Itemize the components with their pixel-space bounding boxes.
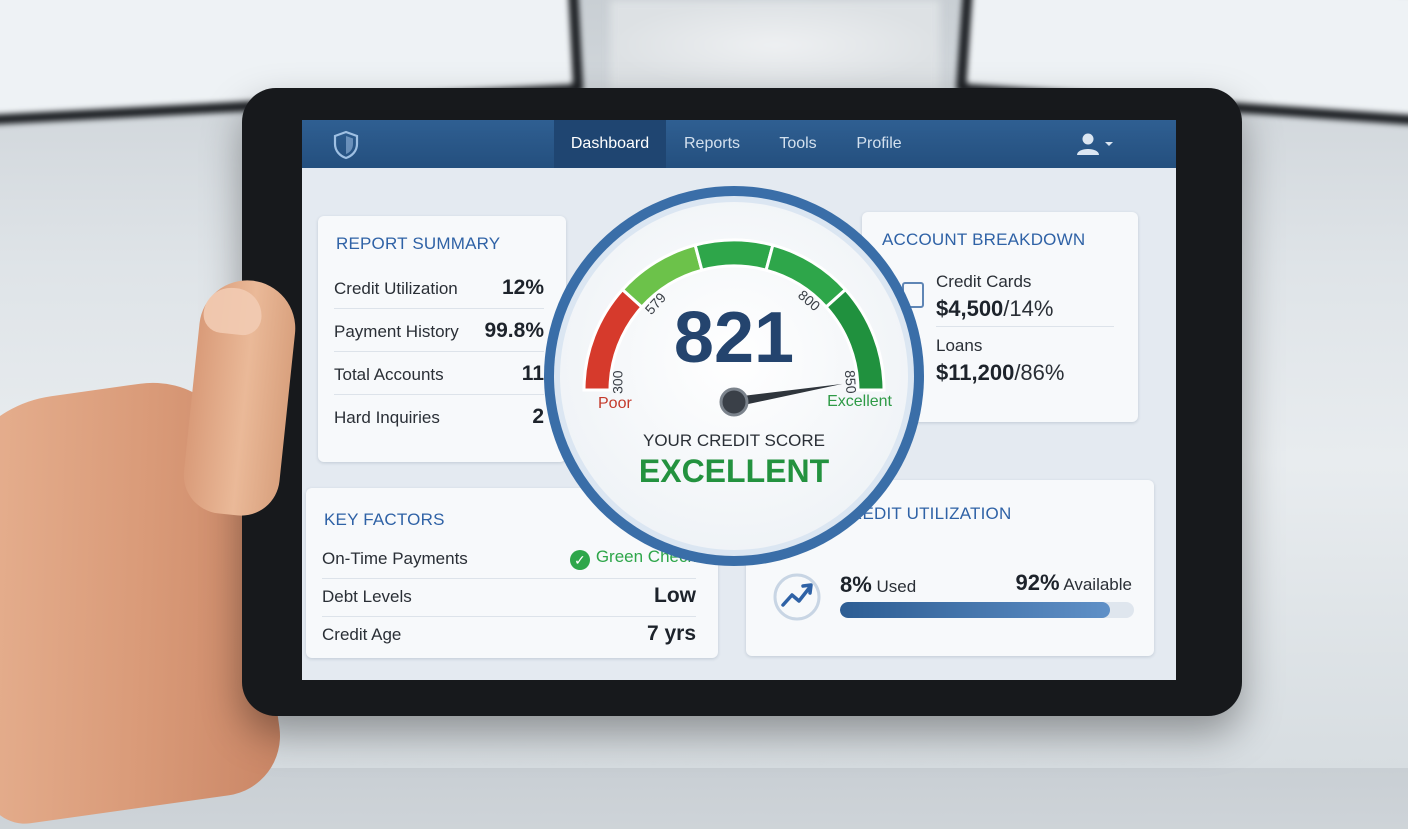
- factor-row: Debt Levels Low: [322, 576, 696, 617]
- utilization-used: 8% Used: [840, 572, 917, 597]
- account-name: Loans: [936, 336, 983, 355]
- gauge-rating: EXCELLENT: [639, 453, 830, 489]
- factor-row: Credit Age 7 yrs: [322, 614, 696, 654]
- factor-value: Low: [654, 584, 696, 607]
- credit-score-gauge: 821 300 579 800 850 Poor Excellent YOUR CRE…: [540, 182, 928, 570]
- factor-label: Debt Levels: [322, 587, 412, 606]
- account-amount: $4,500/14%: [936, 296, 1054, 321]
- user-menu-button[interactable]: [1074, 130, 1118, 158]
- top-nav-bar: Dashboard Reports Tools Profile: [302, 120, 1176, 168]
- account-item: Credit Cards $4,500/14%: [936, 272, 1053, 322]
- summary-row: Total Accounts 11: [334, 354, 544, 395]
- chevron-down-icon: [1105, 142, 1113, 146]
- divider: [936, 326, 1114, 327]
- utilization-progress-bar: [840, 602, 1134, 618]
- factor-value: 7 yrs: [646, 622, 696, 645]
- tab-profile[interactable]: Profile: [840, 120, 918, 168]
- summary-row: Payment History 99.8%: [334, 311, 544, 352]
- summary-label: Hard Inquiries: [334, 408, 440, 427]
- summary-label: Payment History: [334, 322, 459, 341]
- gauge-arc-segment: [693, 238, 775, 273]
- account-item: Loans $11,200/86%: [936, 336, 1064, 386]
- gauge-tick-label: 850: [842, 370, 860, 395]
- summary-value: 99.8%: [484, 319, 544, 342]
- summary-label: Credit Utilization: [334, 279, 458, 298]
- factor-label: Credit Age: [322, 625, 402, 644]
- gauge-low-label: Poor: [598, 395, 632, 412]
- tab-dashboard[interactable]: Dashboard: [554, 120, 666, 168]
- trend-up-icon: [773, 573, 821, 621]
- report-summary-card: REPORT SUMMARY Credit Utilization 12% Pa…: [318, 216, 566, 462]
- factor-label: On-Time Payments: [322, 549, 468, 568]
- account-name: Credit Cards: [936, 272, 1032, 291]
- background-object: [610, 0, 940, 90]
- gauge-caption: YOUR CREDIT SCORE: [643, 431, 825, 450]
- utilization-available: 92% Available: [1015, 570, 1132, 595]
- summary-value: 12%: [501, 276, 544, 299]
- tab-reports[interactable]: Reports: [668, 120, 756, 168]
- tab-tools[interactable]: Tools: [760, 120, 836, 168]
- summary-row: Hard Inquiries 2: [334, 397, 544, 437]
- key-factors-title: KEY FACTORS: [324, 510, 445, 529]
- gauge-tick-label: 300: [609, 370, 625, 394]
- gauge-graphic: 821 300579 800850 Poor Excellent YOUR CRE…: [544, 186, 924, 566]
- report-summary-title: REPORT SUMMARY: [336, 234, 501, 253]
- shield-icon[interactable]: [330, 129, 362, 161]
- gauge-high-label: Excellent: [827, 393, 892, 410]
- user-icon: [1077, 133, 1099, 155]
- credit-score-value: 821: [674, 298, 794, 378]
- summary-row: Credit Utilization 12%: [334, 268, 544, 309]
- summary-label: Total Accounts: [334, 365, 444, 384]
- account-amount: $11,200/86%: [936, 360, 1065, 385]
- utilization-progress-fill: [840, 602, 1111, 618]
- gauge-needle-hub: [719, 387, 749, 417]
